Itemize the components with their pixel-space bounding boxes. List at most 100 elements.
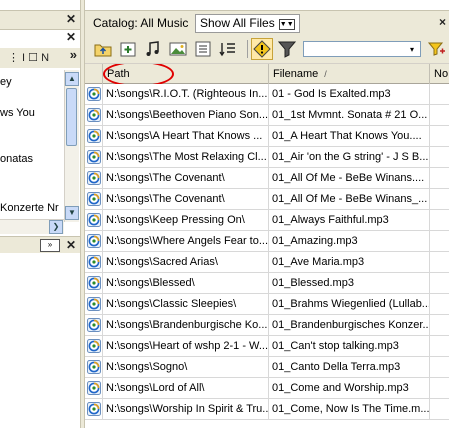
scroll-down-icon[interactable]: ▼ [65, 206, 79, 220]
expand-icon[interactable]: » [40, 239, 60, 252]
column-header-icon[interactable] [85, 64, 103, 84]
table-row[interactable]: N:\songs\Sacred Arias\ 01_Ave Maria.mp3 [85, 252, 449, 273]
next-cell[interactable] [430, 378, 449, 398]
left-list-item[interactable]: ey [0, 76, 12, 88]
path-cell[interactable]: N:\songs\The Covenant\ [103, 189, 269, 209]
path-cell[interactable]: N:\songs\The Covenant\ [103, 168, 269, 188]
path-cell[interactable]: N:\songs\Sacred Arias\ [103, 252, 269, 272]
filename-cell[interactable]: 01_All Of Me - BeBe Winans_... [269, 189, 430, 209]
table-row[interactable]: N:\songs\The Covenant\ 01_All Of Me - BeB… [85, 168, 449, 189]
filename-cell[interactable]: 01_Canto Della Terra.mp3 [269, 357, 430, 377]
left-list-item[interactable]: onatas [0, 153, 33, 165]
show-all-files-dropdown[interactable]: Show All Files ▼▼ [195, 14, 300, 33]
path-cell[interactable]: N:\songs\Brandenburgische Ko... [103, 315, 269, 335]
column-header-filename[interactable]: Filename / [269, 64, 430, 84]
table-row[interactable]: N:\songs\Brandenburgische Ko... 01_Brande… [85, 315, 449, 336]
next-cell[interactable] [430, 168, 449, 188]
table-row[interactable]: N:\songs\Worship In Spirit & Tru... 01_Co… [85, 399, 449, 420]
filename-cell[interactable]: 01_Brandenburgisches Konzer... [269, 315, 430, 335]
path-cell[interactable]: N:\songs\Blessed\ [103, 273, 269, 293]
filename-cell[interactable]: 01_Come, Now Is The Time.m... [269, 399, 430, 419]
sort-list-icon[interactable] [218, 39, 238, 59]
next-cell[interactable] [430, 399, 449, 419]
left-list-item[interactable]: ws You [0, 107, 35, 119]
next-cell[interactable] [430, 315, 449, 335]
table-row[interactable]: N:\songs\Classic Sleepies\ 01_Brahms Wieg… [85, 294, 449, 315]
table-row[interactable]: N:\songs\R.I.O.T. (Righteous In... 01 - G… [85, 84, 449, 105]
path-cell[interactable]: N:\songs\Where Angels Fear to... [103, 231, 269, 251]
filename-cell[interactable]: 01_Always Faithful.mp3 [269, 210, 430, 230]
chevron-right-icon[interactable]: » [70, 47, 77, 62]
close-icon[interactable]: ✕ [66, 238, 76, 252]
filename-cell[interactable]: 01_A Heart That Knows You.... [269, 126, 430, 146]
next-cell[interactable] [430, 336, 449, 356]
horizontal-scrollbar[interactable]: ❯ [0, 219, 64, 234]
playlist-icon[interactable] [193, 39, 213, 59]
left-list-item[interactable]: Konzerte Nr [0, 202, 59, 214]
filter-input[interactable] [303, 41, 421, 57]
chevron-down-icon[interactable]: ▾ [410, 45, 414, 54]
left-toolbar-label[interactable]: ⋮ I ☐ N [8, 51, 49, 64]
picture-icon[interactable] [168, 39, 188, 59]
next-cell[interactable] [430, 294, 449, 314]
vertical-scrollbar[interactable]: ▲ ▼ [64, 70, 79, 222]
filename-cell[interactable]: 01_Amazing.mp3 [269, 231, 430, 251]
next-cell[interactable] [430, 357, 449, 377]
path-cell[interactable]: N:\songs\Sogno\ [103, 357, 269, 377]
row-icon-cell [85, 336, 103, 356]
filename-cell[interactable]: 01_1st Mvmnt. Sonata # 21 O... [269, 105, 430, 125]
filename-cell[interactable]: 01 - God Is Exalted.mp3 [269, 84, 430, 104]
column-header-next[interactable]: No [430, 64, 449, 84]
table-row[interactable]: N:\songs\The Covenant\ 01_All Of Me - BeB… [85, 189, 449, 210]
filename-cell[interactable]: 01_All Of Me - BeBe Winans.... [269, 168, 430, 188]
scroll-right-icon[interactable]: ❯ [49, 220, 63, 234]
path-cell[interactable]: N:\songs\R.I.O.T. (Righteous In... [103, 84, 269, 104]
scroll-up-icon[interactable]: ▲ [65, 72, 79, 86]
row-icon-cell [85, 147, 103, 167]
table-row[interactable]: N:\songs\A Heart That Knows ... 01_A Hear… [85, 126, 449, 147]
table-row[interactable]: N:\songs\Beethoven Piano Son... 01_1st Mv… [85, 105, 449, 126]
path-cell[interactable]: N:\songs\Keep Pressing On\ [103, 210, 269, 230]
path-cell[interactable]: N:\songs\Worship In Spirit & Tru... [103, 399, 269, 419]
scroll-thumb[interactable] [66, 88, 77, 146]
add-icon[interactable] [118, 39, 138, 59]
filename-cell[interactable]: 01_Blessed.mp3 [269, 273, 430, 293]
table-row[interactable]: N:\songs\Heart of wshp 2-1 - W... 01_Can'… [85, 336, 449, 357]
filter-options-icon[interactable] [426, 39, 446, 59]
row-icon-cell [85, 315, 103, 335]
table-row[interactable]: N:\songs\Blessed\ 01_Blessed.mp3 [85, 273, 449, 294]
table-row[interactable]: N:\songs\Lord of All\ 01_Come and Worship… [85, 378, 449, 399]
next-cell[interactable] [430, 147, 449, 167]
table-row[interactable]: N:\songs\Sogno\ 01_Canto Della Terra.mp3 [85, 357, 449, 378]
next-cell[interactable] [430, 273, 449, 293]
path-cell[interactable]: N:\songs\A Heart That Knows ... [103, 126, 269, 146]
path-cell[interactable]: N:\songs\Classic Sleepies\ [103, 294, 269, 314]
path-cell[interactable]: N:\songs\Lord of All\ [103, 378, 269, 398]
table-row[interactable]: N:\songs\Keep Pressing On\ 01_Always Fait… [85, 210, 449, 231]
close-icon[interactable]: × [439, 15, 446, 29]
path-cell[interactable]: N:\songs\The Most Relaxing Cl... [103, 147, 269, 167]
next-cell[interactable] [430, 210, 449, 230]
filename-cell[interactable]: 01_Come and Worship.mp3 [269, 378, 430, 398]
filter-icon[interactable] [277, 39, 297, 59]
next-cell[interactable] [430, 84, 449, 104]
folder-up-icon[interactable] [93, 39, 113, 59]
close-icon[interactable]: ✕ [66, 30, 76, 44]
table-row[interactable]: N:\songs\The Most Relaxing Cl... 01_Air '… [85, 147, 449, 168]
path-cell[interactable]: N:\songs\Heart of wshp 2-1 - W... [103, 336, 269, 356]
filename-cell[interactable]: 01_Air 'on the G string' - J S B... [269, 147, 430, 167]
next-cell[interactable] [430, 252, 449, 272]
warning-icon[interactable] [251, 38, 273, 60]
next-cell[interactable] [430, 231, 449, 251]
filename-cell[interactable]: 01_Ave Maria.mp3 [269, 252, 430, 272]
next-cell[interactable] [430, 105, 449, 125]
path-cell[interactable]: N:\songs\Beethoven Piano Son... [103, 105, 269, 125]
filename-cell[interactable]: 01_Can't stop talking.mp3 [269, 336, 430, 356]
next-cell[interactable] [430, 189, 449, 209]
table-row[interactable]: N:\songs\Where Angels Fear to... 01_Amazi… [85, 231, 449, 252]
music-note-icon[interactable] [143, 39, 163, 59]
filename-cell[interactable]: 01_Brahms Wiegenlied (Lullab... [269, 294, 430, 314]
next-cell[interactable] [430, 126, 449, 146]
close-icon[interactable]: ✕ [66, 12, 76, 26]
column-header-path[interactable]: Path [103, 64, 269, 84]
